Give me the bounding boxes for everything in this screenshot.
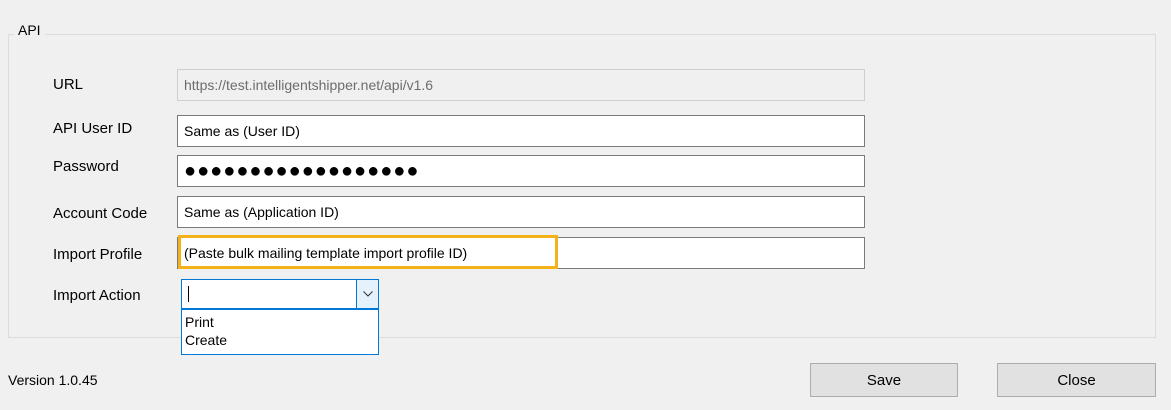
dropdown-option-print[interactable]: Print: [182, 313, 378, 331]
import-action-combobox[interactable]: [181, 279, 379, 309]
import-action-dropdown-list: Print Create: [181, 309, 379, 355]
version-label: Version 1.0.45: [8, 372, 98, 388]
combo-dropdown-button[interactable]: [356, 280, 378, 308]
settings-window: API URL https://test.intelligentshipper.…: [0, 0, 1171, 410]
close-button[interactable]: Close: [997, 363, 1156, 397]
api-user-id-label: API User ID: [53, 120, 133, 137]
save-button[interactable]: Save: [810, 363, 958, 397]
password-label: Password: [53, 158, 119, 175]
import-profile-field[interactable]: (Paste bulk mailing template import prof…: [177, 237, 865, 269]
api-group-title: API: [14, 22, 45, 38]
dropdown-option-create[interactable]: Create: [182, 331, 378, 349]
account-code-field[interactable]: Same as (Application ID): [177, 196, 865, 228]
import-action-label: Import Action: [53, 287, 141, 304]
url-label: URL: [53, 76, 84, 93]
chevron-down-icon: [362, 291, 373, 297]
url-field: https://test.intelligentshipper.net/api/…: [177, 69, 865, 101]
api-user-id-field[interactable]: Same as (User ID): [177, 115, 865, 147]
text-caret: [188, 286, 189, 302]
password-field[interactable]: ●●●●●●●●●●●●●●●●●●: [177, 155, 865, 187]
import-profile-label: Import Profile: [53, 246, 143, 263]
account-code-label: Account Code: [53, 205, 148, 222]
